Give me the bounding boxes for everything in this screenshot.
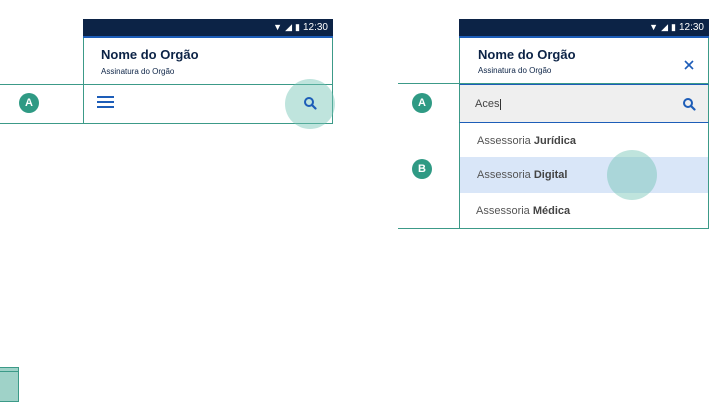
marker-a-label: A — [25, 97, 33, 109]
status-bar: ▼ ◢ ▮ 12:30 — [83, 19, 333, 36]
menu-icon — [97, 96, 114, 98]
suggestion-item-selected[interactable]: Assessoria Digital — [460, 157, 708, 193]
close-icon — [684, 60, 694, 70]
battery-icon: ▮ — [671, 22, 676, 32]
suggestion-prefix: Assessoria — [476, 205, 530, 217]
suggestion-prefix: Assessoria — [477, 135, 531, 147]
search-input[interactable]: Aces — [475, 98, 502, 110]
menu-button[interactable] — [97, 93, 114, 111]
status-bar: ▼ ◢ ▮ 12:30 — [459, 19, 709, 36]
search-field[interactable]: Aces — [459, 84, 709, 123]
marker-b-label: B — [418, 163, 426, 175]
search-submit-button[interactable] — [682, 97, 696, 111]
marker-b: B — [412, 159, 432, 179]
guide-line-left — [83, 84, 84, 124]
menu-icon-bar — [97, 101, 114, 103]
marker-a: A — [412, 93, 432, 113]
page-title: Nome do Orgão — [101, 47, 199, 62]
legend-swatch — [0, 367, 19, 402]
close-button[interactable] — [683, 58, 695, 70]
status-time: 12:30 — [302, 22, 328, 33]
suggestion-match: Médica — [532, 205, 571, 217]
guide-line-top — [0, 84, 333, 85]
text-cursor — [500, 98, 502, 110]
search-icon — [683, 98, 696, 111]
signal-icon: ◢ — [285, 22, 293, 32]
suggestion-item[interactable]: Assessoria Médica — [460, 193, 708, 229]
marker-a: A — [19, 93, 39, 113]
header: Nome do Orgão Assinatura do Orgão — [83, 38, 333, 85]
guide-line-bottom — [0, 123, 333, 124]
suggestion-match: Digital — [533, 169, 568, 181]
search-input-value: Aces — [475, 98, 500, 110]
touch-indicator — [607, 150, 657, 200]
suggestion-list: Assessoria Jurídica Assessoria Digital A… — [459, 123, 709, 229]
battery-icon: ▮ — [295, 22, 300, 32]
legend-swatch-line — [0, 371, 19, 372]
suggestion-match: Jurídica — [533, 135, 577, 147]
header: Nome do Orgão Assinatura do Orgão — [459, 38, 709, 85]
suggestion-prefix: Assessoria — [477, 169, 531, 181]
left-mockup: ▼ ◢ ▮ 12:30 Nome do Orgão Assinatura do … — [0, 0, 340, 130]
marker-a-label: A — [418, 97, 426, 109]
suggestion-item[interactable]: Assessoria Jurídica — [460, 123, 708, 159]
signal-icon: ◢ — [661, 22, 669, 32]
menu-icon-bar — [97, 106, 114, 108]
wifi-icon: ▼ — [649, 22, 659, 32]
right-mockup: ▼ ◢ ▮ 12:30 Nome do Orgão Assinatura do … — [395, 0, 715, 235]
status-time: 12:30 — [678, 22, 704, 33]
search-button[interactable] — [303, 96, 317, 110]
page-subtitle: Assinatura do Orgão — [478, 66, 552, 75]
wifi-icon: ▼ — [273, 22, 283, 32]
page-title: Nome do Orgão — [478, 47, 576, 62]
search-icon — [304, 97, 317, 110]
page-subtitle: Assinatura do Orgão — [101, 67, 175, 76]
